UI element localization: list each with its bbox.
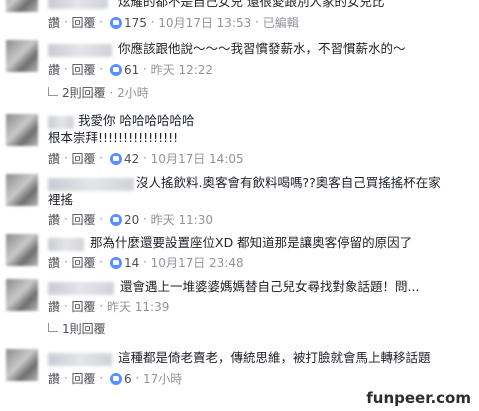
comment-2: 你應該跟他說～～～我習慣發薪水，不習慣薪水的～ 讚 · 回覆 · 61 · 昨天…: [0, 38, 479, 106]
comment-actions: 讚 · 回覆 · 42 · 10月17日 14:05: [48, 151, 244, 166]
comment-7: 這種都是倚老賣老，傳統思維，被打臉就會馬上轉移話題 讚 · 回覆 · 6 · 1…: [0, 347, 479, 387]
avatar[interactable]: [6, 174, 38, 206]
timestamp[interactable]: 10月17日 13:53: [158, 16, 251, 30]
comment-text: 我愛你 哈哈哈哈哈哈: [78, 113, 195, 128]
comment-text-line2: 根本崇拜!!!!!!!!!!!!!!!!: [48, 130, 179, 145]
like-thumb-icon: [109, 213, 122, 226]
reply-link[interactable]: 回覆: [71, 63, 95, 77]
view-replies-link[interactable]: 1則回覆: [48, 322, 106, 336]
reply-link[interactable]: 回覆: [71, 256, 95, 270]
like-link[interactable]: 讚: [48, 213, 60, 227]
commenter-name[interactable]: [48, 238, 84, 251]
like-thumb-icon: [109, 256, 122, 269]
reply-arrow-icon: [48, 323, 58, 332]
like-count[interactable]: 61: [124, 63, 139, 77]
comment-4: 沒人搖飲料.奧客會有飲料喝嗎??奧客自己買搖搖杯在家 裡搖 讚 · 回覆 · 2…: [0, 172, 479, 228]
comment-text: 沒人搖飲料.奧客會有飲料喝嗎??奧客自己買搖搖杯在家: [136, 175, 441, 190]
comment-actions: 讚 · 回覆 · 14 · 10月17日 23:48: [48, 255, 244, 270]
comment-1: 炫耀的都不是自己女兒 還很愛跟別人家的女兒比 讚 · 回覆 · 175 · 10…: [0, 0, 479, 34]
reply-link[interactable]: 回覆: [71, 300, 95, 314]
comment-actions: 讚 · 回覆 · 昨天 11:39: [48, 299, 170, 314]
timestamp[interactable]: 10月17日 23:48: [151, 256, 244, 270]
comment-5: 那為什麼還要設置座位XD 都知道那是讓奧客停留的原因了 讚 · 回覆 · 14 …: [0, 232, 479, 272]
like-link[interactable]: 讚: [48, 300, 60, 314]
commenter-name[interactable]: [48, 178, 134, 191]
commenter-name[interactable]: [48, 44, 112, 57]
reply-link[interactable]: 回覆: [71, 16, 95, 30]
like-count[interactable]: 6: [124, 372, 132, 386]
reply-arrow-icon: [48, 87, 58, 96]
like-link[interactable]: 讚: [48, 256, 60, 270]
comment-text-line2: 裡搖: [48, 192, 74, 207]
replies-time: 2小時: [117, 86, 149, 100]
like-thumb-icon: [109, 372, 122, 385]
timestamp[interactable]: 10月17日 14:05: [151, 152, 244, 166]
commenter-name[interactable]: [48, 0, 108, 9]
comment-3: 我愛你 哈哈哈哈哈哈 根本崇拜!!!!!!!!!!!!!!!! 讚 · 回覆 ·…: [0, 112, 479, 166]
timestamp[interactable]: 昨天 12:22: [151, 63, 213, 77]
avatar[interactable]: [6, 40, 38, 72]
timestamp[interactable]: 昨天 11:30: [151, 213, 213, 227]
comment-text: 還會遇上一堆婆婆媽媽替自己兒女尋找對象話題！問...: [120, 279, 420, 294]
timestamp[interactable]: 17小時: [143, 372, 182, 386]
commenter-name[interactable]: [48, 282, 114, 295]
like-link[interactable]: 讚: [48, 16, 60, 30]
timestamp[interactable]: 昨天 11:39: [107, 300, 169, 314]
comment-actions: 讚 · 回覆 · 20 · 昨天 11:30: [48, 212, 214, 227]
like-count[interactable]: 20: [124, 213, 139, 227]
avatar[interactable]: [6, 279, 38, 311]
like-link[interactable]: 讚: [48, 63, 60, 77]
comment-text: 這種都是倚老賣老，傳統思維，被打臉就會馬上轉移話題: [118, 350, 431, 365]
replies-count[interactable]: 2則回覆: [62, 86, 106, 100]
comment-text: 那為什麼還要設置座位XD 都知道那是讓奧客停留的原因了: [90, 235, 413, 250]
avatar[interactable]: [6, 114, 38, 146]
comment-text: 炫耀的都不是自己女兒 還很愛跟別人家的女兒比: [118, 0, 385, 9]
reply-link[interactable]: 回覆: [71, 213, 95, 227]
avatar[interactable]: [6, 0, 38, 12]
commenter-name[interactable]: [48, 353, 112, 366]
avatar[interactable]: [6, 349, 38, 381]
like-count[interactable]: 175: [124, 16, 147, 30]
avatar[interactable]: [6, 234, 38, 266]
comment-text: 你應該跟他說～～～我習慣發薪水，不習慣薪水的～: [118, 41, 406, 56]
view-replies-link[interactable]: 2則回覆 · 2小時: [48, 86, 149, 100]
reply-link[interactable]: 回覆: [71, 152, 95, 166]
like-thumb-icon: [109, 152, 122, 165]
reply-link[interactable]: 回覆: [71, 372, 95, 386]
like-count[interactable]: 42: [124, 152, 139, 166]
like-thumb-icon: [109, 16, 122, 29]
like-link[interactable]: 讚: [48, 152, 60, 166]
edited-label[interactable]: 已編輯: [263, 16, 299, 30]
comment-actions: 讚 · 回覆 · 6 · 17小時: [48, 371, 183, 386]
like-thumb-icon: [109, 63, 122, 76]
replies-count[interactable]: 1則回覆: [62, 322, 106, 336]
commenter-name[interactable]: [48, 116, 74, 129]
watermark: funpeer.com: [364, 389, 473, 407]
like-link[interactable]: 讚: [48, 372, 60, 386]
comment-actions: 讚 · 回覆 · 61 · 昨天 12:22: [48, 62, 214, 77]
like-count[interactable]: 14: [124, 256, 139, 270]
comment-6: 還會遇上一堆婆婆媽媽替自己兒女尋找對象話題！問... 讚 · 回覆 · 昨天 1…: [0, 277, 479, 337]
comment-actions: 讚 · 回覆 · 175 · 10月17日 13:53 · 已編輯: [48, 15, 299, 30]
